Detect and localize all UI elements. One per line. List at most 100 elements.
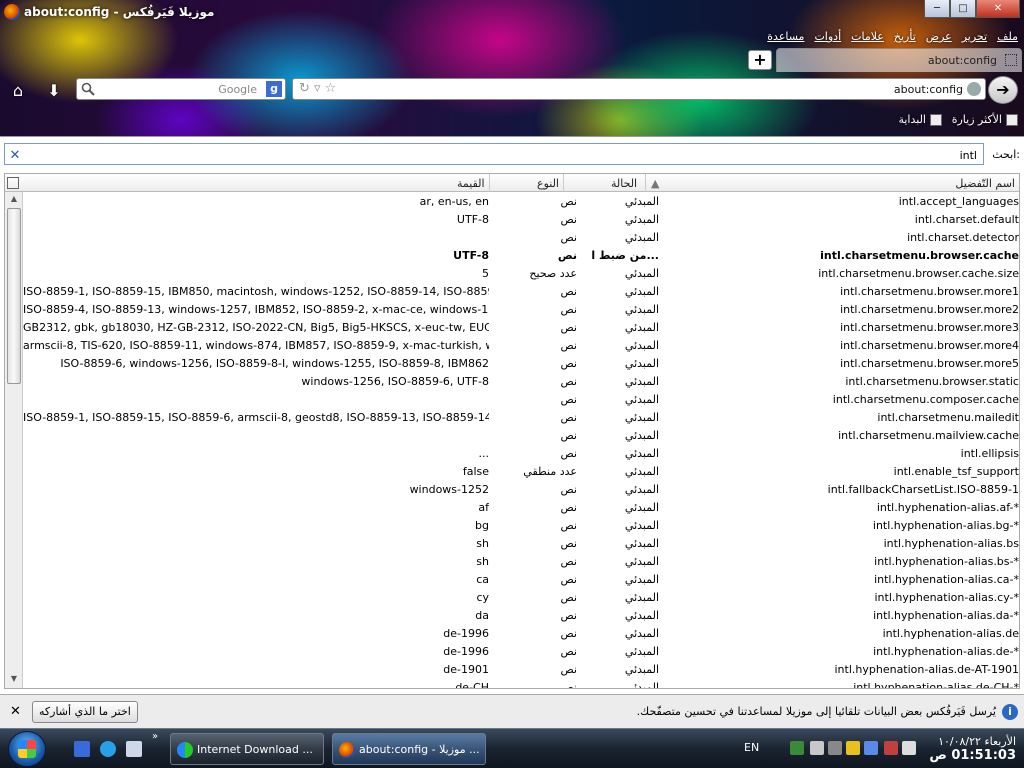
- pref-type: نص: [560, 555, 577, 568]
- pref-name: intl.hyphenation-alias.cy-*: [874, 591, 1019, 604]
- pref-value: 5: [482, 267, 489, 280]
- title-bar: about:config - موزيلا فَيَرفُكس ─ □ ✕: [0, 0, 1024, 24]
- table-row[interactable]: intl.ellipsis المبدئي نص...: [23, 444, 1020, 462]
- network-icon[interactable]: [790, 741, 804, 755]
- table-row[interactable]: intl.hyphenation-alias.bs المبدئي نص sh: [23, 534, 1019, 552]
- url-bar[interactable]: ↻ ▿ ☆ about:config: [292, 78, 986, 100]
- clock[interactable]: الأربعاء ١٠/٠٨/٢٢ 01:51:03 ص: [929, 735, 1016, 763]
- close-window-button[interactable]: ✕: [976, 0, 1020, 18]
- table-row[interactable]: intl.hyphenation-alias.af-* المبدئي نص af: [23, 498, 1019, 516]
- download-icon[interactable]: ⬇: [42, 78, 66, 102]
- table-row[interactable]: intl.charsetmenu.mailview.cache المبدئي نص: [23, 426, 1019, 444]
- minimize-button[interactable]: ─: [924, 0, 950, 18]
- scroll-thumb[interactable]: [7, 208, 21, 384]
- pref-name: intl.hyphenation-alias.af-*: [876, 501, 1019, 514]
- menu-edit[interactable]: تحرير: [962, 30, 987, 43]
- pref-type: نص: [560, 627, 577, 640]
- explorer-icon[interactable]: [126, 741, 142, 757]
- reload-bookmark-icons[interactable]: ↻ ▿ ☆: [299, 81, 336, 96]
- windows-start-icon[interactable]: [8, 731, 46, 767]
- pref-value: ar, en-us, en: [419, 195, 489, 208]
- header-status[interactable]: الحالة: [611, 177, 637, 190]
- pref-value: de-1996: [443, 645, 489, 658]
- table-row[interactable]: intl.hyphenation-alias.bg-* المبدئي نص bg: [23, 516, 1019, 534]
- pref-status: المبدئي: [624, 627, 659, 640]
- table-row[interactable]: intl.hyphenation-alias.de-CH-* المبدئي نص d…: [23, 678, 1019, 688]
- pref-type: نص: [557, 249, 577, 262]
- tray-device-icon[interactable]: [828, 741, 842, 755]
- expand-quicklaunch-icon[interactable]: »: [152, 731, 158, 742]
- tray-security-icon[interactable]: [884, 741, 898, 755]
- table-row[interactable]: intl.charsetmenu.browser.more5 المبدئي نص I…: [23, 354, 1019, 372]
- table-row[interactable]: intl.charsetmenu.browser.cache.size المبد…: [23, 264, 1019, 282]
- tab-strip: + about:config: [0, 48, 1024, 72]
- table-row[interactable]: intl.enable_tsf_support المبدئي عدد منطقي f…: [23, 462, 1019, 480]
- task-firefox[interactable]: about:config - موزيلا ...: [332, 733, 486, 765]
- pref-name: intl.charsetmenu.browser.static: [845, 375, 1019, 388]
- header-name[interactable]: اسم التّفضيل: [955, 177, 1015, 190]
- pref-type: نص: [560, 231, 577, 244]
- table-row[interactable]: intl.charset.default المبدئي نص UTF-8: [23, 210, 1019, 228]
- language-indicator[interactable]: EN: [744, 741, 759, 754]
- taskbar: » Internet Download ... about:config - م…: [0, 728, 1024, 768]
- vertical-scrollbar[interactable]: ▲ ▼: [5, 192, 23, 688]
- volume-icon[interactable]: [902, 741, 916, 755]
- folder-icon: [930, 113, 942, 126]
- tab-about-config[interactable]: about:config: [776, 48, 1022, 72]
- tab-label: about:config: [927, 54, 997, 67]
- tray-flag-icon[interactable]: [846, 741, 860, 755]
- preferences-table: القيمة النوع الحالة ▲ اسم التّفضيل ▲ ▼ i…: [4, 173, 1020, 689]
- table-row[interactable]: intl.hyphenation-alias.bs-* المبدئي نص sh: [23, 552, 1019, 570]
- tray-app-icon[interactable]: [810, 741, 824, 755]
- idm-icon: [177, 742, 193, 758]
- menu-file[interactable]: ملف: [997, 30, 1018, 43]
- choose-share-button[interactable]: اختر ما الذي أشاركه: [32, 701, 138, 723]
- scroll-up-icon[interactable]: ▲: [8, 194, 20, 206]
- search-box[interactable]: Google g: [76, 78, 286, 100]
- pref-name: intl.charsetmenu.browser.more3: [840, 321, 1019, 334]
- table-row[interactable]: intl.charsetmenu.browser.more4 المبدئي نص a…: [23, 336, 1019, 354]
- table-row[interactable]: intl.hyphenation-alias.ca-* المبدئي نص ca: [23, 570, 1019, 588]
- header-type[interactable]: النوع: [537, 177, 559, 190]
- table-row[interactable]: intl.charsetmenu.browser.more1 المبدئي نص I…: [23, 282, 1019, 300]
- menu-bookmarks[interactable]: علامات: [851, 30, 884, 43]
- menu-history[interactable]: تأريخ: [894, 30, 916, 43]
- menu-view[interactable]: عرض: [926, 30, 952, 43]
- search-input[interactable]: ✕ intl: [4, 143, 984, 165]
- table-row[interactable]: intl.hyphenation-alias.da-* المبدئي نص da: [23, 606, 1019, 624]
- table-row[interactable]: intl.accept_languages المبدئي نص ar, en-us,…: [23, 192, 1019, 210]
- scroll-down-icon[interactable]: ▼: [8, 674, 20, 686]
- menu-tools[interactable]: أدوات: [814, 30, 841, 43]
- menu-help[interactable]: مساعدة: [767, 30, 804, 43]
- table-row[interactable]: intl.charsetmenu.composer.cache المبدئي نص: [23, 390, 1019, 408]
- table-row[interactable]: intl.hyphenation-alias.de-AT-1901 المبدئي…: [23, 660, 1019, 678]
- tray-monitor-icon[interactable]: [864, 741, 878, 755]
- show-desktop-icon[interactable]: [74, 741, 90, 757]
- table-row[interactable]: intl.hyphenation-alias.de-* المبدئي نص de-1…: [23, 642, 1019, 660]
- table-row[interactable]: intl.fallbackCharsetList.ISO-8859-1 المبد…: [23, 480, 1019, 498]
- new-tab-button[interactable]: +: [748, 50, 772, 70]
- table-row[interactable]: intl.charsetmenu.mailedit المبدئي نص ISO-88…: [23, 408, 1019, 426]
- google-icon[interactable]: g: [266, 81, 282, 97]
- pref-name: intl.charsetmenu.mailview.cache: [838, 429, 1019, 442]
- table-row[interactable]: intl.hyphenation-alias.de المبدئي نص de-199…: [23, 624, 1019, 642]
- task-internet-download[interactable]: Internet Download ...: [170, 733, 324, 765]
- table-row[interactable]: intl.charsetmenu.browser.more3 المبدئي نص G…: [23, 318, 1019, 336]
- ie-icon[interactable]: [100, 741, 116, 757]
- pref-type: نص: [560, 519, 577, 532]
- table-row[interactable]: intl.charsetmenu.browser.cache من ضبط ا..…: [23, 246, 1019, 264]
- home-icon[interactable]: ⌂: [6, 78, 30, 102]
- close-notification-icon[interactable]: ✕: [10, 704, 21, 719]
- header-value[interactable]: القيمة: [457, 177, 485, 190]
- table-row[interactable]: intl.charsetmenu.browser.more2 المبدئي نص I…: [23, 300, 1019, 318]
- go-arrow-icon[interactable]: ➔: [988, 76, 1018, 104]
- column-picker-icon[interactable]: [7, 177, 19, 189]
- table-row[interactable]: intl.hyphenation-alias.cy-* المبدئي نص cy: [23, 588, 1019, 606]
- table-row[interactable]: intl.charsetmenu.browser.static المبدئي نص…: [23, 372, 1019, 390]
- table-row[interactable]: intl.charset.detector المبدئي نص: [23, 228, 1019, 246]
- bookmark-start[interactable]: البداية: [898, 113, 942, 126]
- maximize-button[interactable]: □: [950, 0, 976, 18]
- clear-filter-icon[interactable]: ✕: [7, 148, 23, 164]
- bookmark-most-visited[interactable]: الأكثر زيارة: [952, 113, 1018, 126]
- url-text: about:config: [893, 83, 963, 96]
